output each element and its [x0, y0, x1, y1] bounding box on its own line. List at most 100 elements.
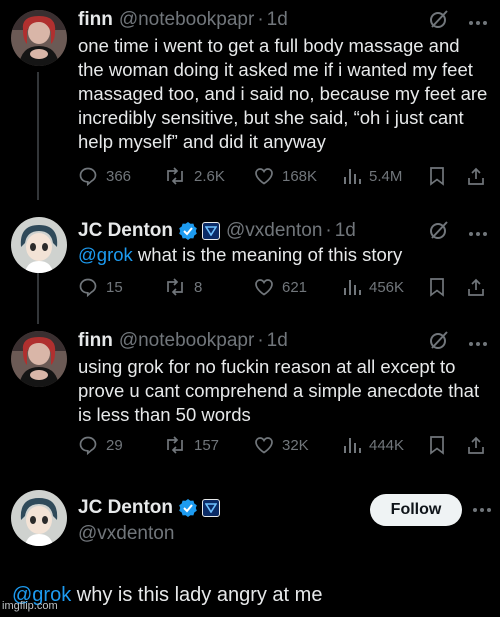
- tweet-text: one time i went to get a full body massa…: [78, 35, 488, 152]
- bookmark-icon: [430, 167, 444, 186]
- reply-count: 29: [106, 436, 123, 454]
- timestamp[interactable]: 1d: [267, 330, 288, 352]
- views-count: 5.4M: [369, 167, 403, 185]
- views-button[interactable]: 444K: [341, 435, 404, 455]
- bookmark-button[interactable]: [428, 166, 446, 186]
- timestamp[interactable]: 1d: [267, 9, 288, 31]
- display-name[interactable]: finn: [78, 330, 113, 352]
- share-icon: [468, 167, 484, 185]
- more-icon[interactable]: [468, 334, 488, 352]
- display-name[interactable]: JC Denton: [78, 497, 173, 519]
- main-tweet-header: JC Denton: [78, 494, 220, 522]
- mention-link[interactable]: @grok: [78, 244, 133, 265]
- avatar[interactable]: [11, 10, 67, 66]
- bookmark-button[interactable]: [428, 277, 446, 297]
- repost-button[interactable]: 157: [164, 435, 219, 455]
- watermark: imgflip.com: [2, 600, 58, 612]
- main-tweet-handle-row: @vxdenton: [78, 520, 174, 548]
- like-button[interactable]: 32K: [254, 435, 309, 455]
- reply-count: 15: [106, 278, 123, 296]
- tweet-jcdenton-1[interactable]: JC Denton @vxdenton · 1d @grok what is t…: [0, 217, 500, 307]
- follow-button[interactable]: Follow: [370, 494, 462, 526]
- more-icon[interactable]: [468, 13, 488, 31]
- repost-count: 157: [194, 436, 220, 454]
- action-bar: 29 157 32K 444K: [78, 435, 488, 459]
- tweet-header: finn @notebookpapr · 1d: [78, 327, 288, 355]
- user-handle[interactable]: @vxdenton: [78, 523, 174, 545]
- views-icon: [344, 280, 361, 295]
- repost-count: 8: [194, 278, 203, 296]
- more-icon[interactable]: [472, 500, 492, 518]
- share-icon: [468, 436, 484, 454]
- grok-icon[interactable]: [428, 329, 450, 356]
- separator-dot: ·: [257, 330, 264, 351]
- like-count: 32K: [282, 436, 309, 454]
- tweet-text-content: what is the meaning of this story: [137, 244, 403, 265]
- like-icon: [255, 437, 273, 454]
- tweet-text: @grok what is the meaning of this story: [78, 243, 488, 267]
- reply-icon: [79, 436, 97, 455]
- bookmark-button[interactable]: [428, 435, 446, 455]
- header-icons: [428, 329, 488, 356]
- repost-button[interactable]: 8: [164, 277, 202, 297]
- repost-icon: [167, 436, 183, 454]
- timestamp[interactable]: 1d: [335, 220, 356, 242]
- views-button[interactable]: 5.4M: [341, 166, 402, 186]
- verified-badge-icon: [178, 221, 198, 241]
- grok-icon[interactable]: [428, 8, 450, 35]
- like-button[interactable]: 168K: [254, 166, 317, 186]
- tweet-finn-1[interactable]: finn @notebookpapr · 1d one time i went …: [0, 6, 500, 196]
- repost-count: 2.6K: [194, 167, 225, 185]
- views-icon: [344, 438, 361, 453]
- avatar[interactable]: [11, 331, 67, 387]
- avatar[interactable]: [11, 490, 67, 546]
- reply-button[interactable]: 29: [78, 435, 123, 455]
- org-badge-icon: [202, 222, 220, 240]
- main-tweet-text: @grok why is this lady angry at me: [12, 582, 322, 608]
- action-bar: 366 2.6K 168K 5.4M: [78, 166, 488, 190]
- views-count: 444K: [369, 436, 405, 454]
- action-bar: 15 8 621 456K: [78, 277, 488, 301]
- reply-button[interactable]: 366: [78, 166, 131, 186]
- header-icons: [428, 219, 488, 246]
- user-handle[interactable]: @notebookpapr: [119, 9, 255, 31]
- tweet-header: finn @notebookpapr · 1d: [78, 6, 288, 34]
- bookmark-icon: [430, 436, 444, 455]
- tweet-finn-2[interactable]: finn @notebookpapr · 1d using grok for n…: [0, 327, 500, 467]
- share-button[interactable]: [466, 277, 486, 297]
- reply-count: 366: [106, 167, 132, 185]
- repost-icon: [167, 167, 183, 185]
- header-icons: [428, 8, 488, 35]
- reply-icon: [79, 167, 97, 186]
- like-icon: [255, 279, 273, 296]
- tweet-header: JC Denton @vxdenton · 1d: [78, 217, 356, 245]
- separator-dot: ·: [257, 9, 264, 30]
- verified-badge-icon: [178, 498, 198, 518]
- more-icon[interactable]: [468, 224, 488, 242]
- repost-icon: [167, 278, 183, 296]
- user-handle[interactable]: @notebookpapr: [119, 330, 255, 352]
- views-count: 456K: [369, 278, 405, 296]
- tweet-text: using grok for no fuckin reason at all e…: [78, 356, 480, 425]
- share-icon: [468, 278, 484, 296]
- share-button[interactable]: [466, 435, 486, 455]
- reply-button[interactable]: 15: [78, 277, 123, 297]
- main-tweet-text-content: why is this lady angry at me: [76, 584, 323, 606]
- bookmark-icon: [430, 278, 444, 297]
- like-button[interactable]: 621: [254, 277, 307, 297]
- reply-icon: [79, 278, 97, 297]
- share-button[interactable]: [466, 166, 486, 186]
- like-icon: [255, 168, 273, 185]
- like-count: 168K: [282, 167, 318, 185]
- separator-dot: ·: [325, 220, 332, 241]
- views-icon: [344, 169, 361, 184]
- repost-button[interactable]: 2.6K: [164, 166, 225, 186]
- views-button[interactable]: 456K: [341, 277, 404, 297]
- avatar[interactable]: [11, 217, 67, 273]
- display-name[interactable]: finn: [78, 9, 113, 31]
- grok-icon[interactable]: [428, 219, 450, 246]
- org-badge-icon: [202, 499, 220, 517]
- display-name[interactable]: JC Denton: [78, 220, 173, 242]
- like-count: 621: [282, 278, 308, 296]
- user-handle[interactable]: @vxdenton: [226, 220, 322, 242]
